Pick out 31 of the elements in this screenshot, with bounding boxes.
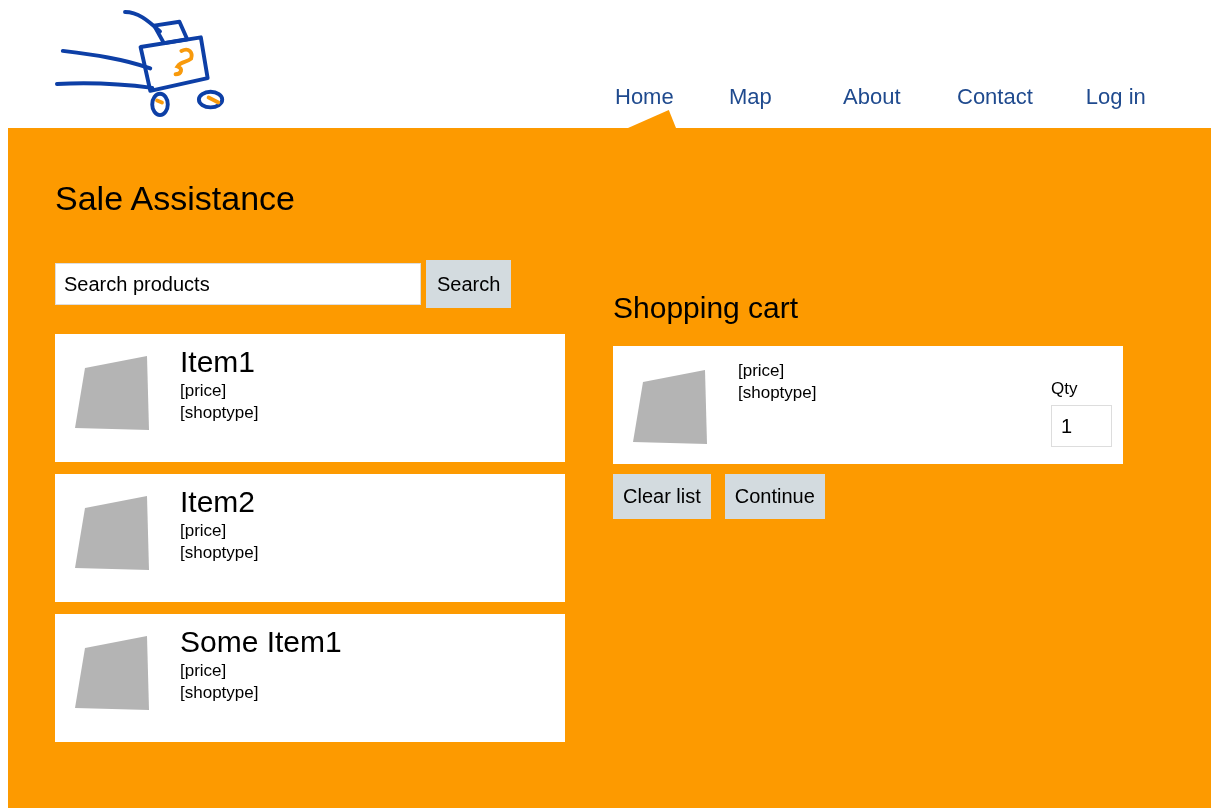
product-price: [price] bbox=[738, 360, 786, 382]
product-price: [price] bbox=[180, 660, 228, 682]
product-name: Item2 bbox=[180, 484, 257, 520]
cart-button[interactable]: Continue bbox=[724, 474, 825, 519]
quantity-field[interactable]: 1 bbox=[1051, 405, 1112, 447]
nav-link[interactable]: Home bbox=[615, 84, 674, 110]
search-field[interactable]: Search products bbox=[55, 263, 421, 305]
image-placeholder-icon bbox=[75, 496, 149, 570]
nav-link[interactable]: Log in bbox=[1085, 84, 1146, 110]
product-price: [price] bbox=[180, 380, 228, 402]
product-shoptype: [shoptype] bbox=[738, 382, 818, 404]
page-title: Sale Assistance bbox=[55, 178, 297, 218]
product-shoptype: [shoptype] bbox=[180, 682, 260, 704]
product-card[interactable]: Item2 [price] [shoptype] bbox=[55, 474, 565, 602]
quantity-label: Qty bbox=[1051, 378, 1079, 400]
image-placeholder-icon bbox=[75, 356, 149, 430]
nav-link[interactable]: Contact bbox=[957, 84, 1033, 110]
nav-link[interactable]: Map bbox=[729, 84, 772, 110]
cart-title: Shopping cart bbox=[613, 290, 800, 326]
product-name: Item1 bbox=[180, 344, 257, 380]
cart-button[interactable]: Clear list bbox=[613, 474, 711, 519]
product-shoptype: [shoptype] bbox=[180, 402, 259, 424]
image-placeholder-icon bbox=[75, 636, 149, 710]
product-price: [price] bbox=[180, 520, 228, 542]
product-shoptype: [shoptype] bbox=[180, 542, 259, 564]
search-button[interactable]: Search bbox=[426, 260, 512, 308]
product-name: Some Item1 bbox=[180, 624, 342, 660]
nav-link[interactable]: About bbox=[843, 84, 901, 110]
product-card[interactable]: Item1 [price] [shoptype] bbox=[55, 334, 565, 462]
image-placeholder-icon bbox=[633, 370, 707, 444]
product-card[interactable]: Some Item1 [price] [shoptype] bbox=[55, 614, 565, 742]
